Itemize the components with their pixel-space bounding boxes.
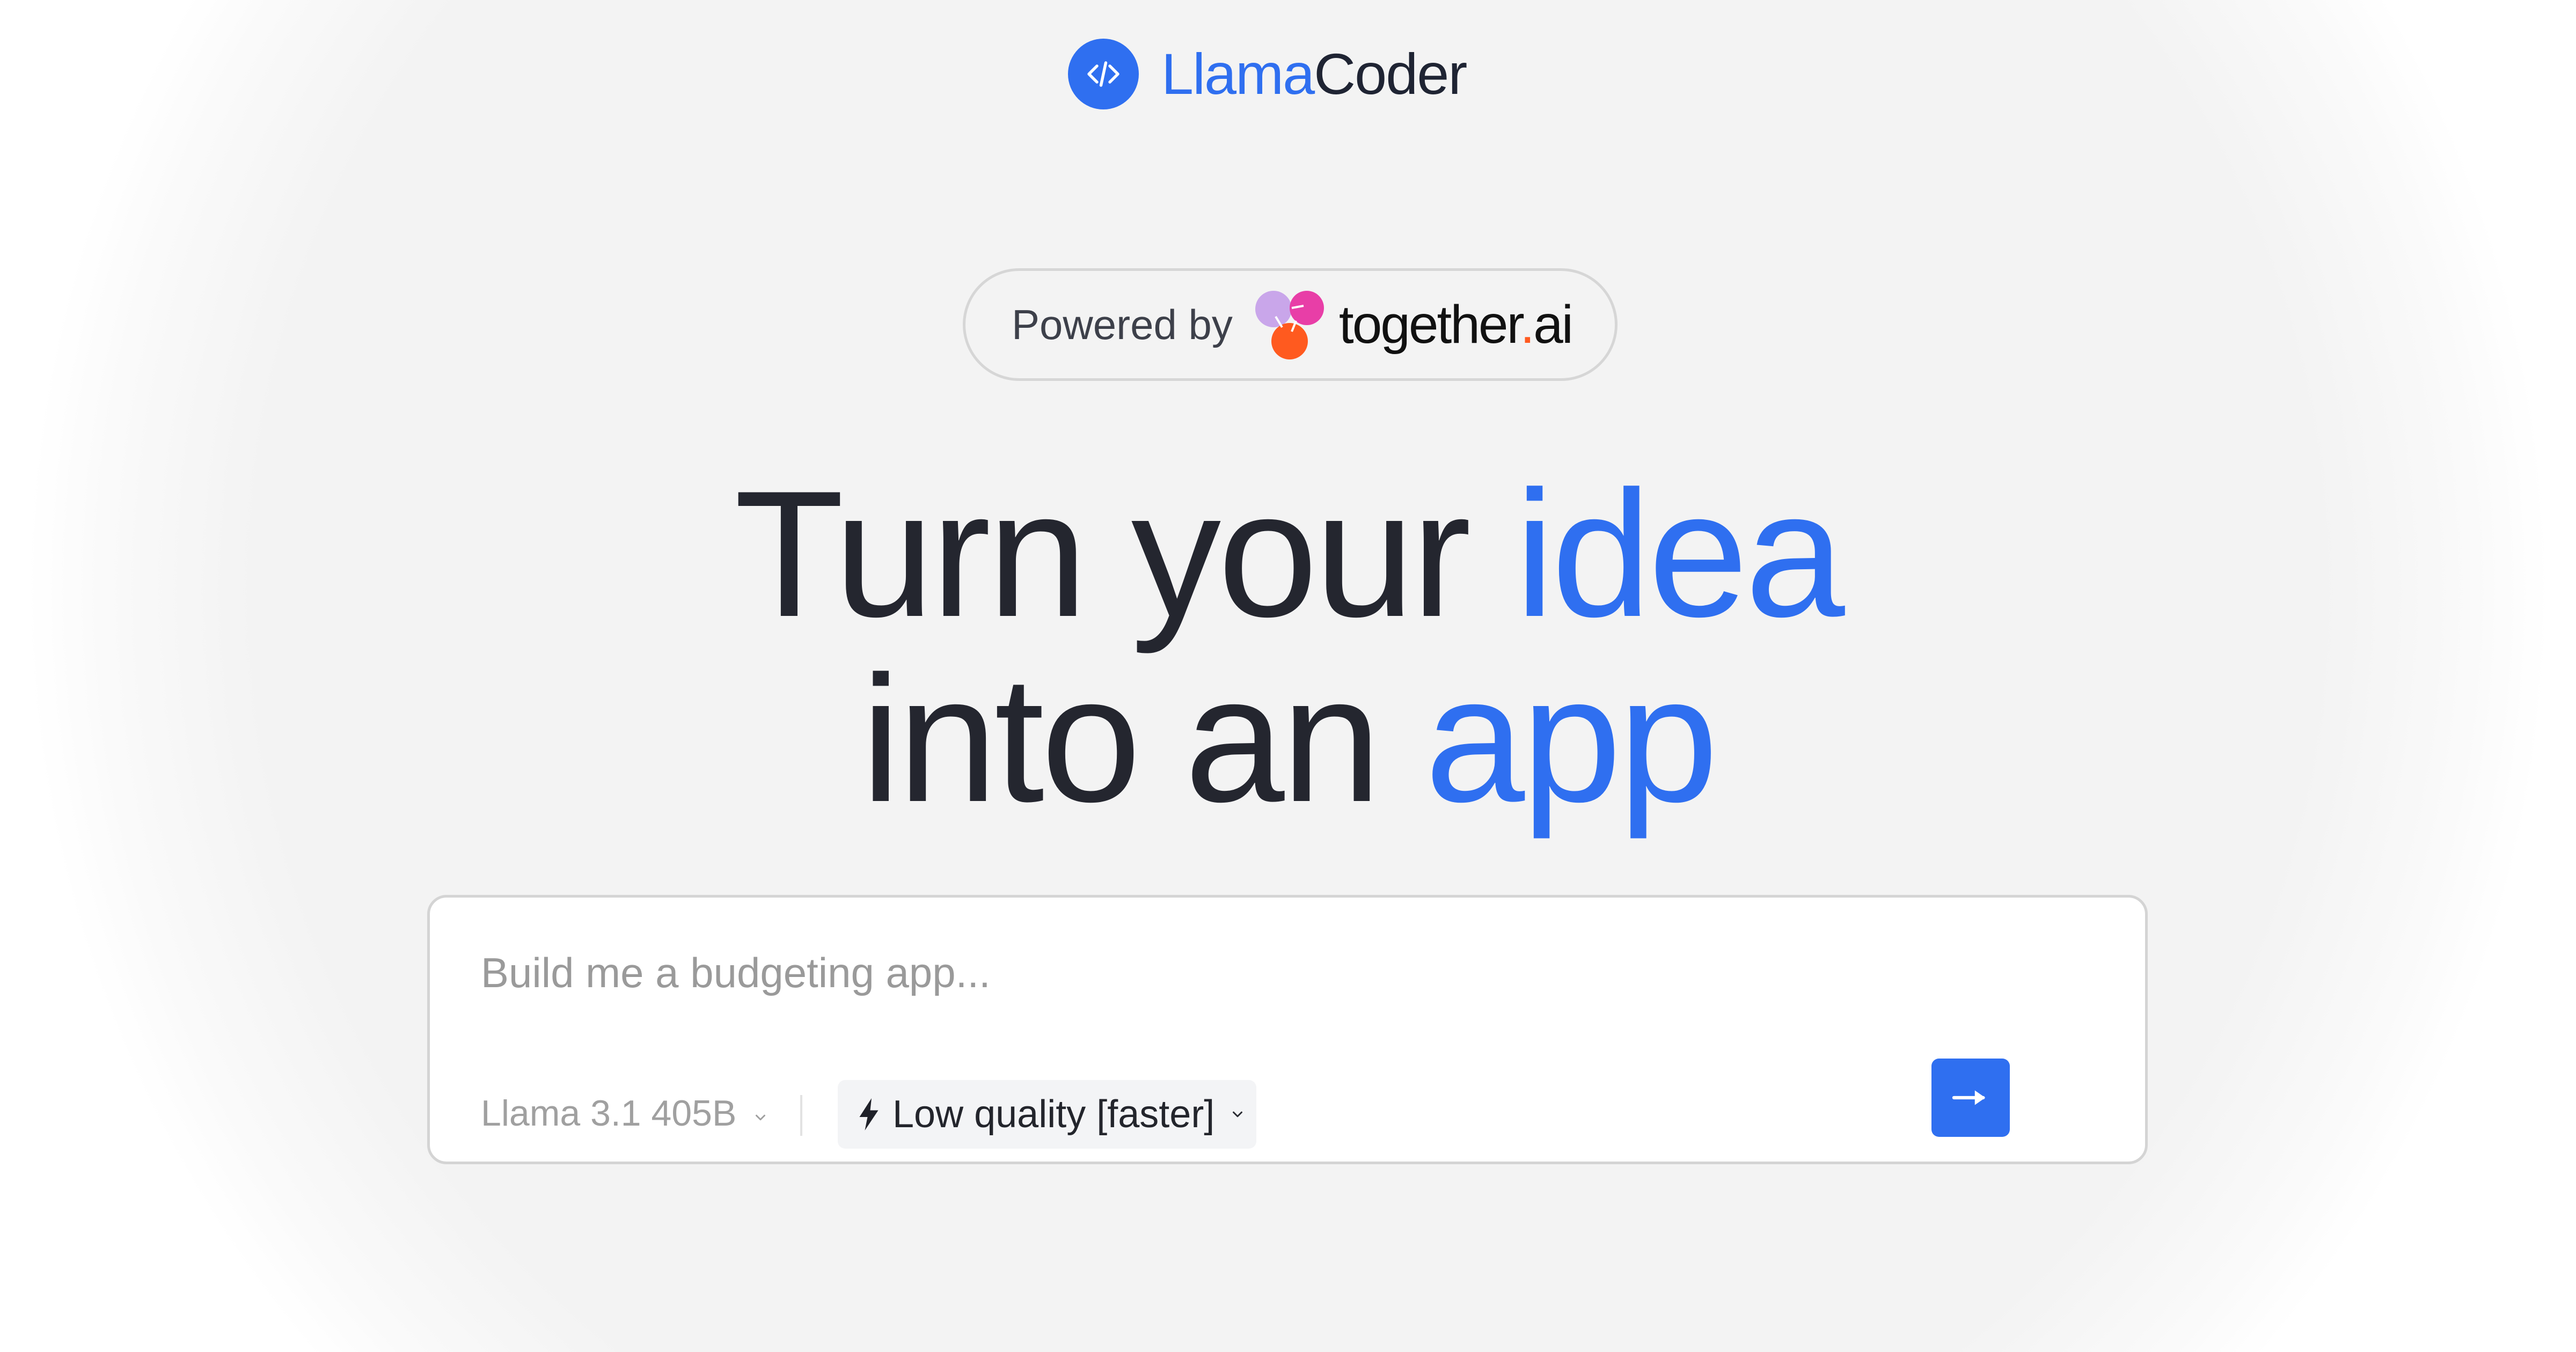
hero-line1-accent: idea — [1514, 453, 1845, 654]
submit-button[interactable] — [1931, 1059, 2010, 1137]
prompt-form: Llama 3.1 405B Low quality [faster] — [427, 895, 2148, 1164]
prompt-input[interactable] — [481, 940, 2037, 1005]
hero-line2-accent: app — [1424, 638, 1718, 839]
together-word: together — [1338, 294, 1521, 355]
quality-select[interactable]: Low quality [faster] — [838, 1080, 1256, 1149]
powered-by-badge[interactable]: Powered by together.ai — [963, 268, 1618, 381]
toolbar-divider — [800, 1095, 802, 1136]
model-select-value: Llama 3.1 405B — [481, 1093, 737, 1134]
app-name-part1: Llama — [1161, 41, 1315, 106]
hero-line-2: into an app — [0, 646, 2576, 832]
hero-line-1: Turn your idea — [0, 461, 2576, 646]
powered-by-label: Powered by — [1012, 300, 1233, 348]
model-select[interactable]: Llama 3.1 405B — [481, 1086, 769, 1140]
code-brackets-icon — [1068, 39, 1139, 109]
app-logo[interactable]: LlamaCoder — [1068, 39, 1467, 109]
together-logo-mark-icon — [1255, 291, 1324, 359]
app-name: LlamaCoder — [1161, 45, 1467, 103]
hero-line2-plain: into an — [861, 638, 1425, 839]
together-dot: . — [1520, 294, 1535, 355]
app-name-part2: Coder — [1314, 41, 1467, 106]
hero-headline: Turn your idea into an app — [0, 461, 2576, 832]
together-suffix: ai — [1533, 294, 1574, 355]
lightning-bolt-icon — [857, 1098, 881, 1130]
hero-line1-plain: Turn your — [734, 453, 1515, 654]
together-ai-logo: together.ai — [1254, 290, 1574, 359]
chevron-down-icon — [752, 1092, 769, 1134]
arrow-right-icon — [1952, 1090, 1986, 1105]
chevron-down-icon — [1230, 1106, 1246, 1122]
together-ai-wordmark: together.ai — [1338, 294, 1574, 356]
quality-select-value: Low quality [faster] — [892, 1093, 1215, 1136]
